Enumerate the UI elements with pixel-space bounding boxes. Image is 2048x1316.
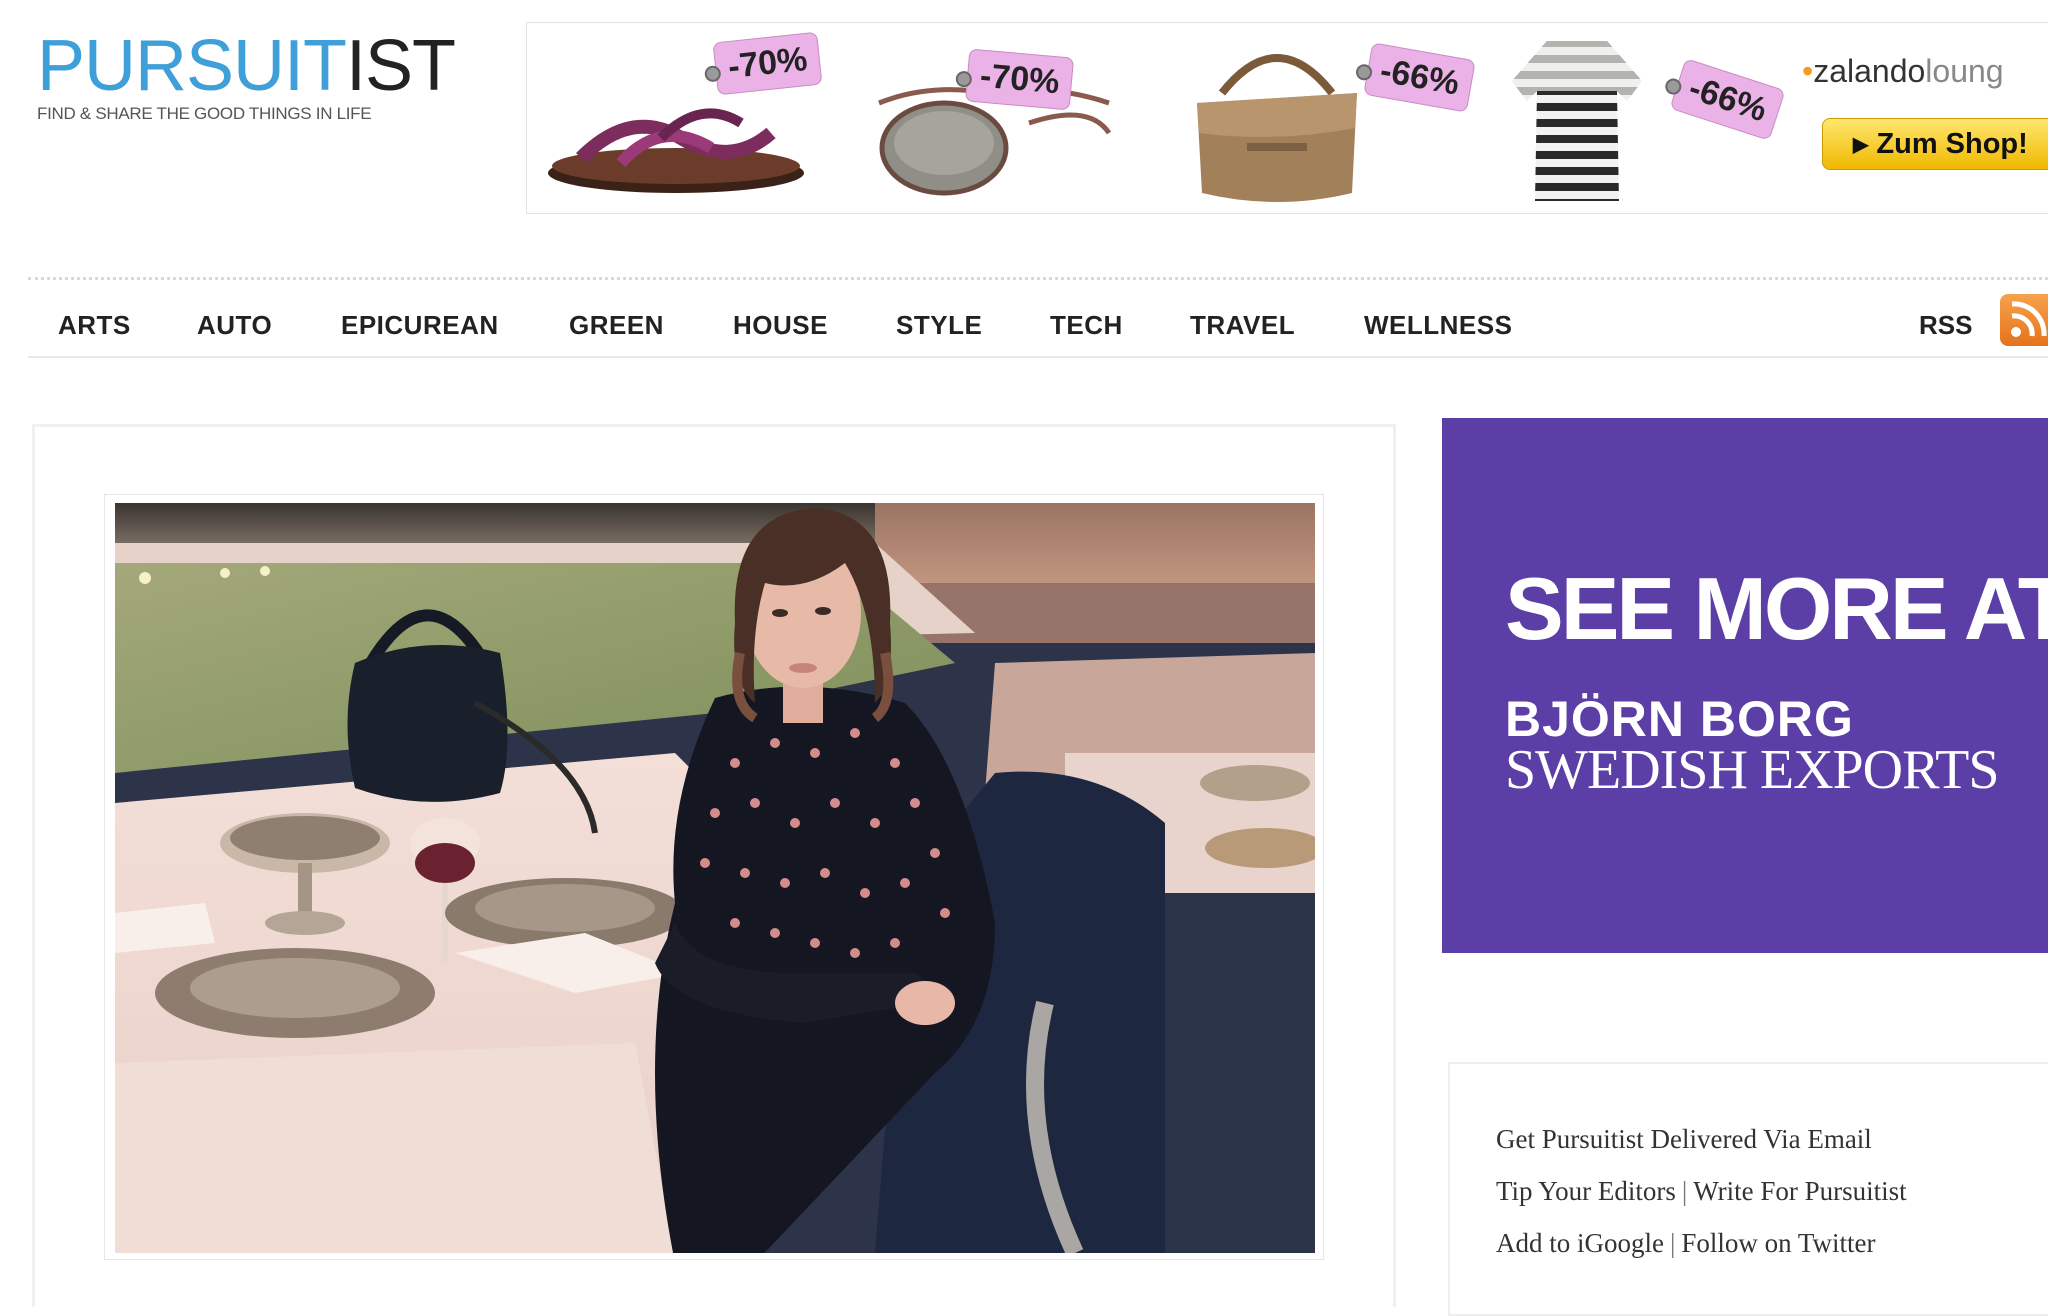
- discount-tag: -70%: [712, 31, 823, 96]
- nav-item-house[interactable]: HOUSE: [733, 310, 828, 341]
- nav-divider: [28, 277, 2048, 280]
- twitter-link[interactable]: Follow on Twitter: [1681, 1228, 1875, 1258]
- nav-item-style[interactable]: STYLE: [896, 310, 982, 341]
- ad-headline: SEE MORE AT: [1505, 559, 2048, 658]
- discount-tag: -70%: [964, 48, 1075, 111]
- nav-item-tech[interactable]: TECH: [1050, 310, 1123, 341]
- brand-dot: •: [1802, 53, 1814, 89]
- link-separator: |: [1670, 1228, 1676, 1258]
- shop-button-label: Zum Shop!: [1876, 127, 2028, 160]
- subscribe-links-box: Get Pursuitist Delivered Via Email Tip Y…: [1448, 1062, 2048, 1316]
- discount-tag: -66%: [1669, 58, 1786, 141]
- featured-photo-frame[interactable]: [104, 494, 1324, 1260]
- rss-icon[interactable]: [2000, 294, 2048, 346]
- bjorn-borg-ad[interactable]: SEE MORE AT BJÖRN BORG SWEDISH EXPORTS: [1442, 418, 2048, 953]
- nav-item-travel[interactable]: TRAVEL: [1190, 310, 1295, 341]
- featured-photo: [115, 503, 1315, 1253]
- handbag-image: [1197, 54, 1357, 202]
- brand-prefix: zalando: [1813, 53, 1926, 89]
- brand-suffix: loung: [1925, 53, 2004, 89]
- nav-item-epicurean[interactable]: EPICUREAN: [341, 310, 499, 341]
- email-subscribe-link[interactable]: Get Pursuitist Delivered Via Email: [1496, 1124, 1872, 1154]
- write-for-link[interactable]: Write For Pursuitist: [1693, 1176, 1906, 1206]
- site-logo[interactable]: PURSUITIST FIND & SHARE THE GOOD THINGS …: [37, 30, 456, 124]
- logo-wordmark: PURSUITIST: [37, 30, 456, 102]
- main-nav: ARTS AUTO EPICUREAN GREEN HOUSE STYLE TE…: [28, 288, 2048, 358]
- nav-item-wellness[interactable]: WELLNESS: [1364, 310, 1512, 341]
- igoogle-twitter-row: Add to iGoogle | Follow on Twitter: [1496, 1228, 1876, 1259]
- tip-write-row: Tip Your Editors | Write For Pursuitist: [1496, 1176, 1907, 1207]
- email-link-row: Get Pursuitist Delivered Via Email: [1496, 1124, 1872, 1155]
- nav-item-green[interactable]: GREEN: [569, 310, 664, 341]
- discount-tag: -66%: [1363, 42, 1477, 113]
- ad-collection: SWEDISH EXPORTS: [1505, 739, 1999, 801]
- logo-part-1: PURSUIT: [37, 26, 347, 106]
- striped-top-image: [1512, 41, 1642, 201]
- link-separator: |: [1681, 1176, 1688, 1206]
- shop-button[interactable]: ▶ Zum Shop!: [1822, 118, 2048, 170]
- top-banner-ad[interactable]: -70% -70% -66% -66% •zalandoloung ▶ Zum …: [526, 22, 2048, 214]
- sandal-image: [548, 108, 804, 193]
- nav-item-arts[interactable]: ARTS: [58, 310, 131, 341]
- tip-editors-link[interactable]: Tip Your Editors: [1496, 1176, 1676, 1206]
- igoogle-link[interactable]: Add to iGoogle: [1496, 1228, 1664, 1258]
- logo-tagline: FIND & SHARE THE GOOD THINGS IN LIFE: [37, 104, 372, 123]
- nav-item-auto[interactable]: AUTO: [197, 310, 272, 341]
- logo-part-2: IST: [346, 26, 456, 106]
- rss-link[interactable]: RSS: [1919, 310, 1972, 341]
- play-arrow-icon: ▶: [1853, 133, 1869, 156]
- zalando-brand: •zalandoloung: [1802, 53, 2004, 90]
